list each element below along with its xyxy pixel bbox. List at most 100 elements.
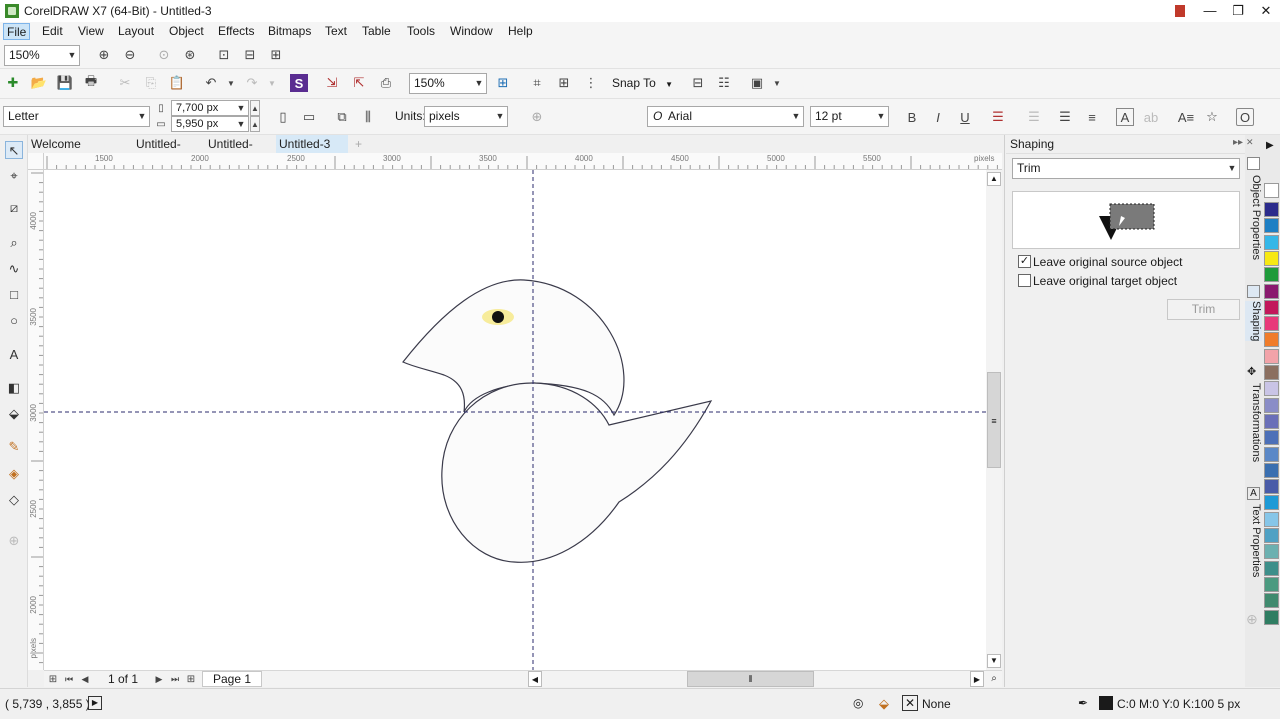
undo-dropdown-icon[interactable]: ▼ [222, 74, 240, 92]
drop-shadow-tool-icon[interactable]: ◧ [5, 379, 23, 397]
favorite-star-icon[interactable]: ☆ [1203, 108, 1221, 126]
interactive-fill-tool-icon[interactable]: ◈ [5, 465, 23, 483]
menu-edit[interactable]: Edit [39, 23, 66, 40]
tab-untitled-1[interactable]: Untitled-1 [133, 135, 184, 169]
shaping-operation-combo[interactable]: Trim ▼ [1012, 158, 1240, 179]
color-proof-icon[interactable]: ◎ [853, 696, 863, 710]
tab-welcome-screen[interactable]: Welcome Screen [28, 135, 84, 169]
menu-object[interactable]: Object [166, 23, 207, 40]
close-button[interactable]: ✕ [1251, 0, 1280, 22]
menu-file[interactable]: File [3, 23, 31, 40]
menu-text[interactable]: Text [322, 23, 350, 40]
show-rulers-icon[interactable]: ⌗ [528, 74, 546, 92]
launcher-dropdown-icon[interactable]: ▼ [768, 74, 786, 92]
color-swatch[interactable] [1264, 560, 1279, 576]
zoom-tool-icon[interactable]: ⌕ [5, 234, 23, 252]
color-swatch[interactable] [1264, 593, 1279, 609]
menu-window[interactable]: Window [447, 23, 496, 40]
first-page-icon[interactable]: ⏮ [62, 671, 76, 687]
rectangle-tool-icon[interactable]: □ [5, 286, 23, 304]
color-swatch[interactable] [1264, 365, 1279, 380]
color-swatch[interactable] [1264, 267, 1279, 283]
color-swatch[interactable] [1264, 479, 1279, 495]
color-swatch[interactable] [1264, 202, 1279, 217]
menu-tools[interactable]: Tools [404, 23, 438, 40]
snap-to-button[interactable]: Snap To ▼ [612, 76, 673, 90]
tab-transformations[interactable]: Transformations [1245, 383, 1262, 462]
transparency-tool-icon[interactable]: ⬙ [5, 405, 23, 423]
menu-layout[interactable]: Layout [115, 23, 157, 40]
drawing-canvas[interactable] [44, 170, 986, 670]
export-icon[interactable]: ⇱ [350, 74, 368, 92]
leave-source-checkbox[interactable]: ✓ [1018, 255, 1031, 268]
paragraph-icon[interactable]: ☰ [1025, 108, 1043, 126]
edit-text-icon[interactable]: ab [1142, 108, 1160, 126]
horizontal-scroll-thumb[interactable]: ⦀ [687, 671, 814, 687]
account-icon[interactable] [1165, 0, 1195, 22]
color-swatch[interactable] [1264, 250, 1279, 266]
search-content-icon[interactable]: S [290, 74, 308, 92]
text-direction-icon[interactable]: A≡ [1177, 108, 1195, 126]
new-tab-plus-icon[interactable]: + [352, 135, 365, 153]
menu-table[interactable]: Table [359, 23, 394, 40]
color-swatch[interactable] [1264, 381, 1279, 397]
bird-body-shape[interactable] [441, 382, 713, 563]
color-swatch[interactable] [1264, 495, 1279, 511]
shape-tool-icon[interactable]: ⌖ [5, 167, 23, 185]
color-swatch[interactable] [1264, 609, 1279, 625]
save-icon[interactable]: 💾 [56, 74, 74, 92]
color-swatch[interactable] [1264, 397, 1279, 413]
freehand-tool-icon[interactable]: ∿ [5, 260, 23, 278]
show-guidelines-icon[interactable]: ⋮ [582, 74, 600, 92]
vertical-scrollbar[interactable]: ▲ ≡ ▼ [986, 170, 1002, 670]
scroll-right-icon[interactable]: ▶ [970, 671, 984, 687]
zoom-out-icon[interactable]: ⊖ [121, 46, 139, 64]
new-document-icon[interactable]: ✚ [4, 74, 22, 92]
all-pages-icon[interactable]: ⧉ [333, 108, 351, 126]
tab-untitled-3[interactable]: Untitled-3 [276, 135, 348, 153]
color-swatch[interactable] [1264, 332, 1279, 348]
redo-icon[interactable]: ↷ [243, 74, 261, 92]
last-page-icon[interactable]: ⏭ [168, 671, 182, 687]
tab-text-properties[interactable]: Text Properties [1245, 504, 1262, 577]
scroll-left-icon[interactable]: ◀ [528, 671, 542, 687]
color-swatch[interactable] [1264, 576, 1279, 592]
zoom-selected-icon[interactable]: ⊙ [155, 46, 173, 64]
zoom-page-width-icon[interactable]: ⊟ [241, 46, 259, 64]
ruler-origin[interactable] [28, 153, 44, 170]
text-alignment-icon[interactable]: ☰ [989, 108, 1007, 126]
color-swatch[interactable] [1264, 446, 1279, 462]
docker-collapse-icon[interactable]: ▸▸ [1233, 137, 1243, 148]
color-swatch[interactable] [1264, 413, 1279, 429]
color-swatch[interactable] [1264, 283, 1279, 299]
full-screen-preview-icon[interactable]: ⊞ [494, 74, 512, 92]
redo-dropdown-icon[interactable]: ▼ [263, 74, 281, 92]
color-swatch[interactable] [1264, 218, 1279, 234]
color-swatch[interactable] [1264, 511, 1279, 527]
opentype-icon[interactable]: O [1236, 108, 1254, 126]
current-page-icon[interactable]: ⫼ [359, 108, 377, 126]
vertical-ruler[interactable]: 4000 3500 3000 2500 2000 pixels [28, 170, 44, 670]
add-docker-icon[interactable]: ⊕ [1246, 611, 1258, 628]
add-page-after-icon[interactable]: ⊞ [184, 671, 198, 687]
vertical-scroll-thumb[interactable]: ≡ [987, 372, 1001, 468]
add-tool-icon[interactable]: ⊕ [5, 532, 23, 550]
color-swatch[interactable] [1264, 299, 1279, 315]
import-icon[interactable]: ⇲ [323, 74, 341, 92]
pick-tool-icon[interactable]: ↖ [5, 141, 23, 159]
add-page-before-icon[interactable]: ⊞ [46, 671, 60, 687]
font-size-combo[interactable]: 12 pt ▼ [810, 106, 889, 127]
underline-icon[interactable]: U [956, 108, 974, 126]
scroll-up-icon[interactable]: ▲ [987, 172, 1001, 186]
cut-icon[interactable]: ✂ [116, 74, 134, 92]
menu-help[interactable]: Help [505, 23, 536, 40]
portrait-icon[interactable]: ▯ [274, 108, 292, 126]
page-height-input[interactable]: 5,950 px ▼ [171, 116, 249, 132]
leave-target-checkbox[interactable] [1018, 274, 1031, 287]
copy-icon[interactable]: ⎘ [142, 74, 160, 92]
no-color-swatch[interactable] [1264, 183, 1279, 198]
close-docker-icon[interactable]: ✕ [1246, 137, 1254, 148]
color-swatch[interactable] [1264, 528, 1279, 543]
scroll-down-icon[interactable]: ▼ [987, 654, 1001, 668]
zoom-in-icon[interactable]: ⊕ [95, 46, 113, 64]
